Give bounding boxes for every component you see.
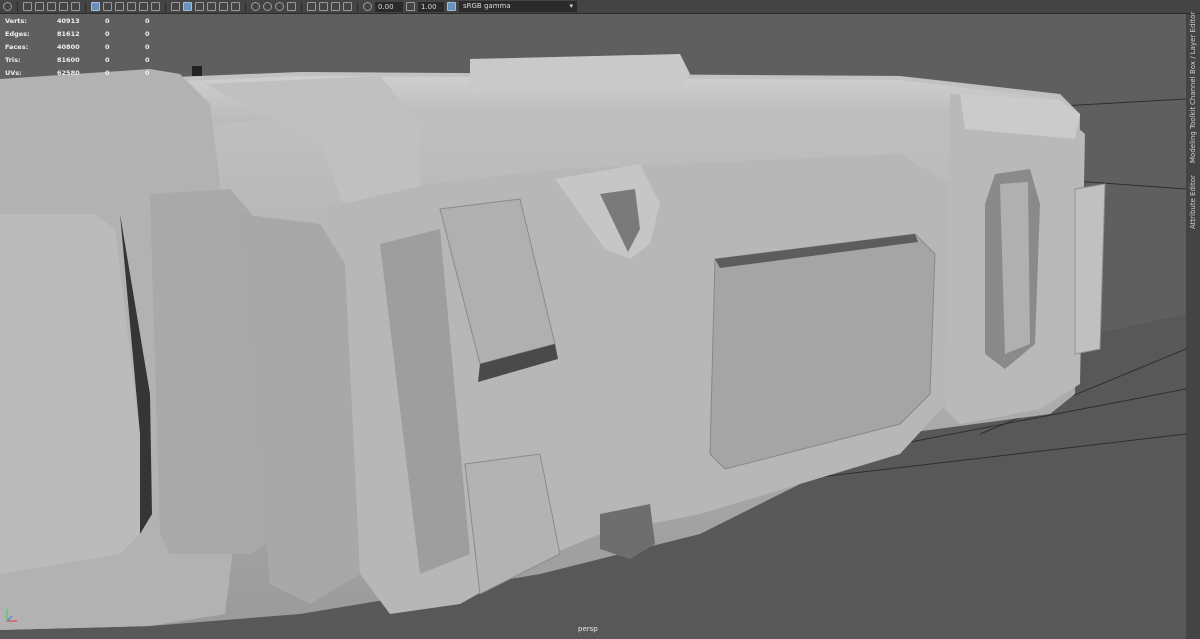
exposure-field[interactable]: 0.00 (375, 1, 403, 12)
right-clip (1074, 183, 1106, 355)
hud-components: 0 (145, 17, 150, 25)
anti-aliasing-icon[interactable] (275, 2, 284, 11)
hud-label: Tris: (5, 56, 21, 64)
top-tab (470, 54, 690, 94)
viewport-scene (0, 14, 1186, 639)
use-lights-icon[interactable] (219, 2, 228, 11)
chevron-down-icon: ▾ (569, 2, 573, 10)
safe-action-icon[interactable] (151, 2, 160, 11)
grease-pencil-icon[interactable] (71, 2, 80, 11)
hud-selected: 0 (105, 69, 110, 77)
hud-value: 81612 (57, 30, 80, 38)
hud-components: 0 (145, 56, 150, 64)
shadows-icon[interactable] (231, 2, 240, 11)
xray-icon[interactable] (319, 2, 328, 11)
poly-count-hud: Verts: 40913 0 0 Edges: 81612 0 0 Faces:… (5, 15, 185, 80)
toolbar-divider (85, 1, 86, 12)
gate-mask-icon[interactable] (127, 2, 136, 11)
hud-selected: 0 (105, 56, 110, 64)
image-plane-icon[interactable] (47, 2, 56, 11)
smooth-shade-icon[interactable] (183, 2, 192, 11)
left-cap-face (0, 214, 140, 574)
wireframe-icon[interactable] (171, 2, 180, 11)
exposure-icon[interactable] (363, 2, 372, 11)
depth-of-field-icon[interactable] (287, 2, 296, 11)
maya-window: 0.00 1.00 sRGB gamma ▾ persp Verts: 4091… (0, 0, 1200, 639)
hud-selected: 0 (105, 17, 110, 25)
hud-row-verts: Verts: 40913 0 0 (5, 15, 185, 28)
screen-space-ao-icon[interactable] (251, 2, 260, 11)
hud-components: 0 (145, 30, 150, 38)
grid-toggle-icon[interactable] (91, 2, 100, 11)
hud-row-uvs: UVs: 62580 0 0 (5, 67, 185, 80)
color-space-value: sRGB gamma (463, 2, 511, 10)
hud-value: 40913 (57, 17, 80, 25)
hud-value: 40800 (57, 43, 80, 51)
hud-label: UVs: (5, 69, 22, 77)
hud-label: Faces: (5, 43, 29, 51)
hud-label: Edges: (5, 30, 30, 38)
toolbar-divider (245, 1, 246, 12)
hud-selected: 0 (105, 43, 110, 51)
hud-row-edges: Edges: 81612 0 0 (5, 28, 185, 41)
field-chart-icon[interactable] (139, 2, 148, 11)
hud-selected: 0 (105, 30, 110, 38)
right-slot-inner (1000, 182, 1030, 354)
viewport-3d[interactable]: persp (0, 14, 1186, 639)
two-d-pan-zoom-icon[interactable] (59, 2, 68, 11)
camera-name-label: persp (578, 625, 598, 633)
tab-channel-box[interactable]: Channel Box / Layer Editor (1187, 11, 1199, 104)
hud-label: Verts: (5, 17, 27, 25)
hud-row-faces: Faces: 40800 0 0 (5, 41, 185, 54)
xray-components-icon[interactable] (343, 2, 352, 11)
color-space-dropdown[interactable]: sRGB gamma ▾ (459, 1, 577, 12)
toolbar-divider (301, 1, 302, 12)
default-material-icon[interactable] (195, 2, 204, 11)
right-panel-tabs: Channel Box / Layer Editor Modeling Tool… (1186, 11, 1200, 639)
hud-value: 62580 (57, 69, 80, 77)
camera-attributes-icon[interactable] (23, 2, 32, 11)
xray-joints-icon[interactable] (331, 2, 340, 11)
viewport-toolbar: 0.00 1.00 sRGB gamma ▾ (0, 0, 1200, 14)
tab-attribute-editor[interactable]: Attribute Editor (1187, 172, 1199, 232)
toolbar-divider (357, 1, 358, 12)
pivot-marker (192, 66, 202, 76)
toolbar-divider (165, 1, 166, 12)
axis-gizmo-icon (6, 609, 17, 622)
hud-value: 81600 (57, 56, 80, 64)
textured-icon[interactable] (207, 2, 216, 11)
hud-components: 0 (145, 43, 150, 51)
color-manage-icon[interactable] (447, 2, 456, 11)
resolution-gate-icon[interactable] (115, 2, 124, 11)
gamma-field[interactable]: 1.00 (418, 1, 444, 12)
gamma-icon[interactable] (406, 2, 415, 11)
hud-components: 0 (145, 69, 150, 77)
tab-modeling-toolkit[interactable]: Modeling Toolkit (1187, 104, 1199, 166)
motion-blur-icon[interactable] (263, 2, 272, 11)
bookmarks-icon[interactable] (35, 2, 44, 11)
film-gate-icon[interactable] (103, 2, 112, 11)
isolate-select-icon[interactable] (307, 2, 316, 11)
hud-row-tris: Tris: 81600 0 0 (5, 54, 185, 67)
camera-select-icon[interactable] (3, 2, 12, 11)
toolbar-divider (17, 1, 18, 12)
